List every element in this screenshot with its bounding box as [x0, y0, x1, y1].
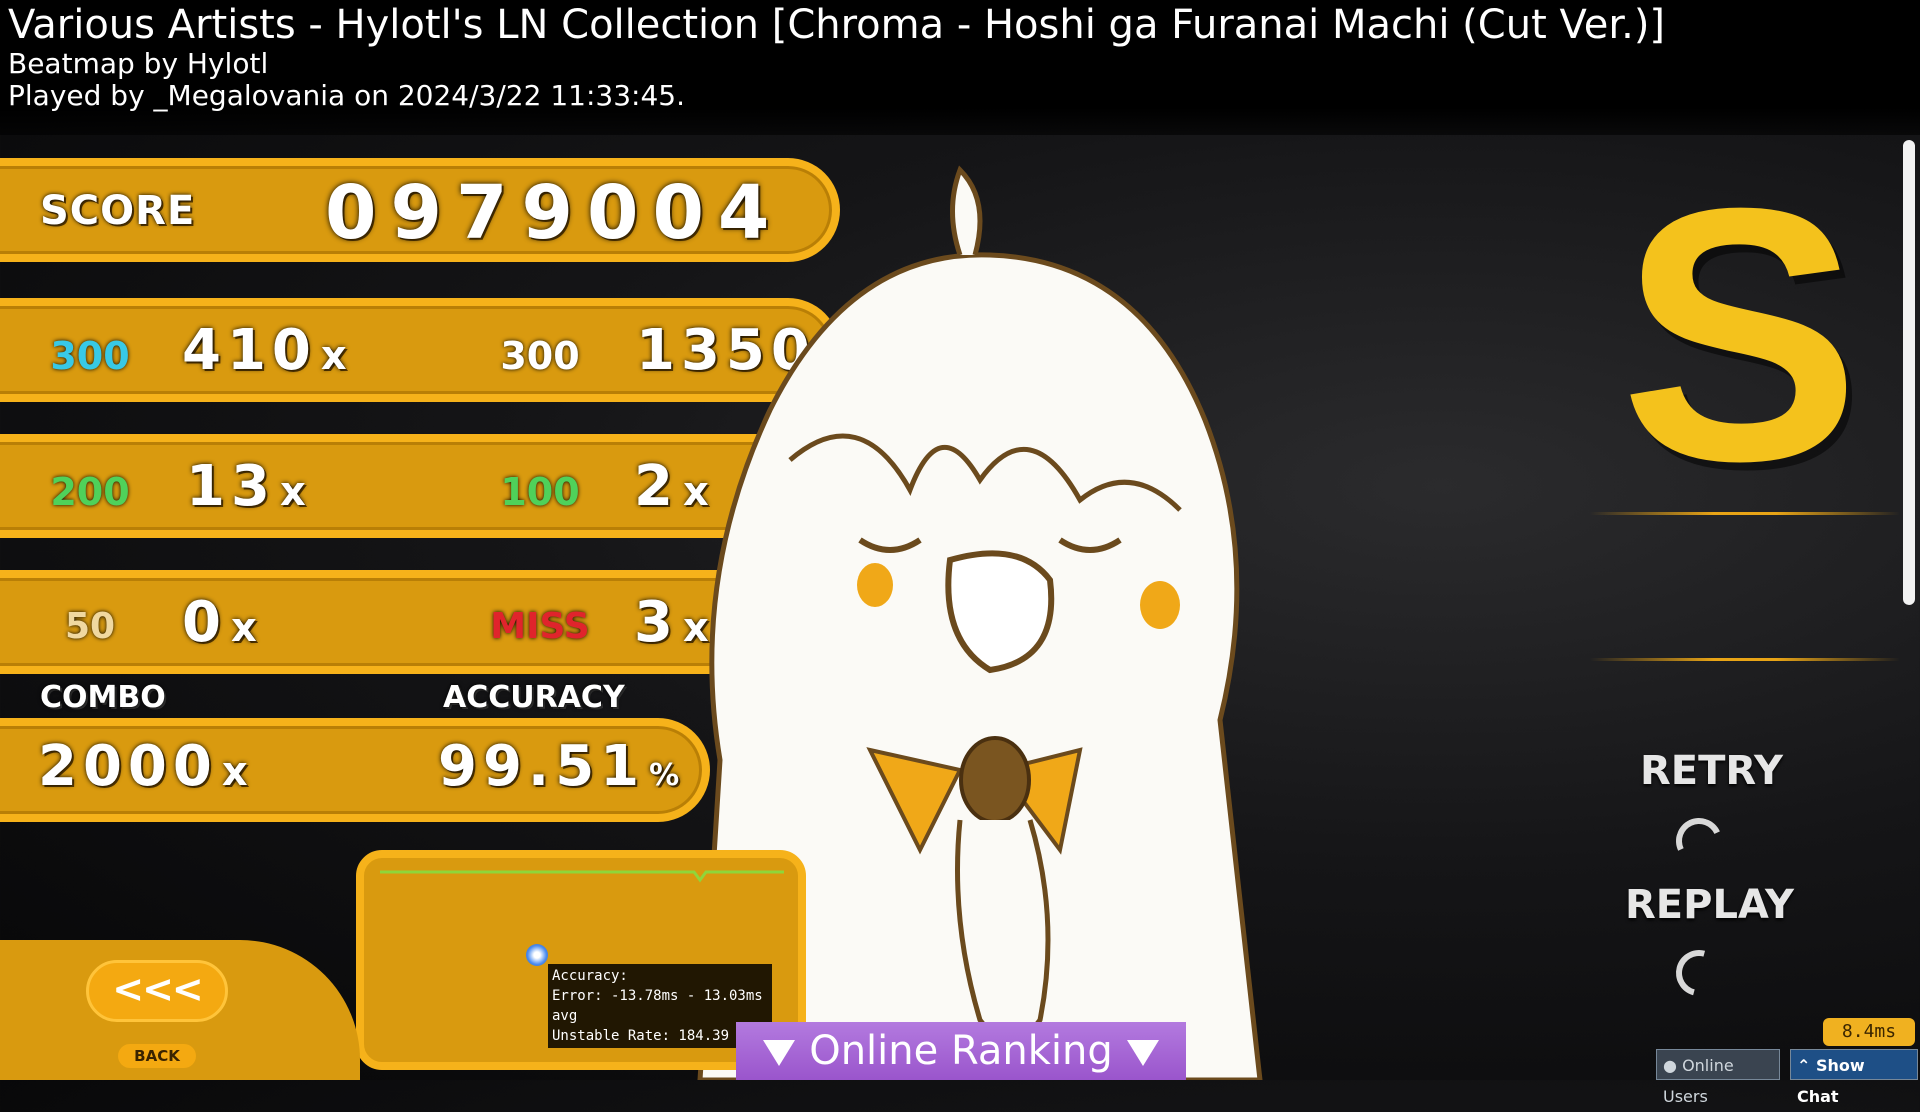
judgement-miss-icon: MISS: [490, 606, 590, 647]
show-chat-button[interactable]: ⌃ Show Chat: [1790, 1049, 1918, 1106]
back-label[interactable]: BACK: [118, 1044, 196, 1068]
judgement-50-icon: 50: [64, 606, 116, 647]
judgement-300-icon: 300: [50, 334, 130, 378]
played-by: Played by _Megalovania on 2024/3/22 11:3…: [8, 79, 685, 112]
replay-icon[interactable]: [1667, 941, 1731, 1005]
grade-letter: S: [1620, 134, 1861, 536]
score-label: SCORE: [40, 188, 196, 234]
judgement-100-icon: 100: [500, 470, 580, 514]
accuracy-value: 99.51%: [438, 734, 680, 799]
combo-label: COMBO: [40, 680, 166, 715]
tooltip-line-1: Accuracy:: [552, 968, 628, 984]
users-icon: ●: [1663, 1056, 1677, 1075]
hit-error-line: [380, 870, 784, 883]
chevron-up-icon: ⌃: [1797, 1056, 1811, 1075]
cursor-dot: [526, 944, 548, 966]
judgement-300-count: 410 x: [182, 318, 347, 383]
retry-icon[interactable]: [1669, 811, 1729, 871]
judgement-max-icon: 300: [500, 334, 580, 378]
frametime-counter: 8.4ms: [1823, 1018, 1915, 1046]
judgement-200-icon: 200: [50, 470, 130, 514]
grade-divider-top: [1590, 512, 1900, 515]
online-ranking-button[interactable]: Online Ranking: [736, 1022, 1186, 1080]
back-button[interactable]: <<<: [86, 960, 228, 1022]
combo-value: 2000 x: [38, 734, 248, 799]
judgement-200-count: 13 x: [186, 454, 306, 519]
replay-label[interactable]: REPLAY: [1625, 882, 1794, 928]
triangle-down-icon: [763, 1040, 796, 1066]
tooltip-line-2: Error: -13.78ms - 13.03ms avg: [552, 988, 763, 1024]
triangle-down-icon: [1126, 1040, 1159, 1066]
beatmap-title: Various Artists - Hylotl's LN Collection…: [8, 2, 1666, 48]
online-ranking-label: Online Ranking: [809, 1028, 1113, 1074]
judgement-50-count: 0x: [182, 590, 257, 655]
retry-label[interactable]: RETRY: [1640, 748, 1783, 794]
beatmap-mapper: Beatmap by Hylotl: [8, 47, 269, 80]
grade-divider-bottom: [1590, 658, 1900, 661]
accuracy-label: ACCURACY: [443, 680, 625, 715]
scrollbar[interactable]: [1903, 140, 1915, 605]
online-users-button[interactable]: ● Online Users: [1656, 1049, 1780, 1106]
